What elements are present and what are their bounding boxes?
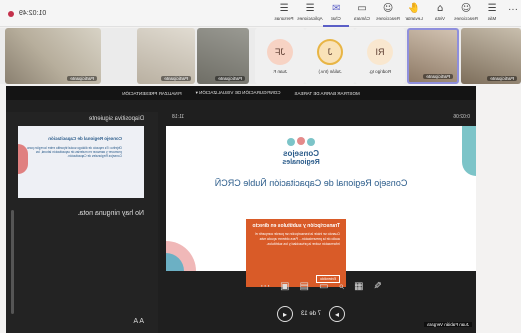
participant-video-tile[interactable]: Participante	[5, 28, 101, 84]
speaker-notes: No hay ninguna nota.	[77, 210, 144, 217]
participant-tile[interactable]: J Julián (Inv.)	[305, 28, 355, 84]
display-settings-button[interactable]: CONFIGURACIÓN DE VISUALIZACIÓN ▾	[196, 90, 281, 96]
show-taskbar-button[interactable]: MOSTRAR BARRA DE TAREAS	[294, 91, 359, 96]
end-presentation-button[interactable]: FINALIZAR PRESENTACIÓN	[122, 91, 181, 96]
next-slide-button[interactable]: ▸	[329, 306, 346, 322]
toolbar-button-reactions[interactable]: ☺ Reacciones	[453, 0, 479, 27]
transcription-popup: Transcripción y subtítulos en directo Cu…	[246, 219, 346, 287]
more-icon: ☰	[487, 3, 497, 14]
slide-navigation: ▸ 7 de 13 ◂	[266, 306, 356, 322]
participant-name: Participante	[423, 74, 453, 79]
meeting-timer: 01:02:49	[19, 10, 47, 17]
avatar: RI	[367, 38, 393, 65]
more-icon[interactable]: ⋯	[260, 280, 270, 294]
participant-video-tile[interactable]: Participante	[197, 28, 249, 84]
avatar: JF	[267, 38, 293, 65]
raise-hand-icon: ✋	[407, 3, 421, 14]
emoji-icon: ☺	[382, 3, 394, 14]
slide-title: Consejo Regional de Capacitación Ñuble C…	[214, 178, 408, 188]
font-size-icon[interactable]: A A	[133, 318, 144, 325]
toolbar-button-more[interactable]: ☰ Más	[479, 0, 505, 27]
next-slide-label: Diapositiva siguiente	[88, 116, 144, 122]
toolbar-button-camera[interactable]: ▭ Cámara	[349, 0, 375, 27]
toolbar-label: Aplicaciones	[297, 16, 323, 21]
toolbar-button-people[interactable]: ☰ Personas	[271, 0, 297, 27]
participant-name: Participante	[67, 76, 97, 81]
grid-icon[interactable]: ▦	[354, 280, 363, 294]
participant-name: Participante	[161, 76, 191, 81]
toolbar-label: Reacciones	[454, 16, 478, 21]
recording-icon	[8, 10, 14, 17]
toolbar-button-chat[interactable]: ✉ Chat	[323, 0, 349, 27]
toolbar-label: Cámara	[354, 16, 371, 21]
toolbar-label: Levantar	[405, 16, 423, 21]
participant-name: Juan F.	[272, 68, 288, 74]
presenter-timers: 0:02:06 11:18	[166, 114, 476, 124]
toolbar-button-view[interactable]: ⌂ Vista	[427, 0, 453, 27]
camera-icon: ▭	[357, 3, 367, 14]
popup-title: Transcripción y subtítulos en directo	[252, 223, 340, 229]
participant-video-tile[interactable]: Participante	[461, 28, 521, 84]
apps-icon: ☰	[305, 3, 315, 14]
toolbar-label: Reacciones	[376, 16, 400, 21]
search-icon[interactable]: ⌕	[338, 280, 344, 294]
presenter-view: MOSTRAR BARRA DE TAREAS CONFIGURACIÓN DE…	[6, 86, 476, 333]
chat-icon: ✉	[331, 3, 341, 14]
next-slide-panel: Diapositiva siguiente Consejo Regional d…	[6, 112, 158, 333]
participant-tile[interactable]: JF Juan F.	[255, 28, 305, 84]
participant-name: Rodrigo Ig.	[369, 68, 392, 74]
consejos-logo-icon: Consejos Regionales	[282, 137, 320, 166]
pen-icon[interactable]: ✎	[374, 280, 382, 294]
toolbar-button-reactions-2[interactable]: ☺ Reacciones	[375, 0, 401, 27]
elapsed-time: 0:02:06	[453, 114, 470, 120]
participant-video-tile[interactable]: Participante	[137, 28, 195, 84]
subtitles-icon[interactable]: ▤	[300, 280, 309, 294]
popup-body: Cuando se inicie la transcripción se pue…	[254, 232, 340, 246]
notes-scrollbar[interactable]	[11, 210, 14, 314]
toolbar-label: Chat	[331, 16, 341, 21]
toolbar-label: Vista	[435, 16, 445, 21]
toolbar-label: Más	[487, 16, 497, 21]
participant-name: Julián (Inv.)	[318, 68, 342, 74]
next-slide-preview[interactable]: Consejo Regional de Capacitación Objetiv…	[18, 126, 144, 198]
display-icon[interactable]: ▭	[319, 280, 328, 294]
toolbar-label: Personas	[274, 16, 294, 21]
participant-name: Participante	[215, 76, 245, 81]
self-view-name: Juan Fabián Vergara	[424, 322, 472, 327]
svg-text:Regionales: Regionales	[282, 159, 319, 166]
participants-strip: JF Juan F. J Julián (Inv.) RI Rodrigo Ig…	[0, 28, 521, 84]
teams-meeting-window: ··· ☰ Más ☺ Reacciones ⌂ Vista ✋ Levantar ☺ R…	[0, 0, 521, 333]
participant-tile[interactable]: RI Rodrigo Ig.	[355, 28, 405, 84]
reactions-icon: ☺	[460, 3, 472, 14]
meeting-status: 01:02:49	[0, 0, 46, 27]
clock: 11:18	[172, 114, 185, 120]
presenter-controls: ✎ ▦ ⌕ ▭ ▤ ▣ ⋯	[166, 280, 476, 294]
svg-text:Consejos: Consejos	[282, 149, 319, 158]
toolbar-button-apps[interactable]: ☰ Aplicaciones	[297, 0, 323, 27]
participant-video-tile[interactable]: Participante	[407, 28, 459, 84]
avatar: J	[317, 38, 343, 65]
next-slide-body: Objetivo: Es espacio de diálogo social t…	[27, 146, 122, 158]
slide-decoration	[462, 126, 476, 176]
presenter-topbar: MOSTRAR BARRA DE TAREAS CONFIGURACIÓN DE…	[6, 86, 476, 100]
slide-counter: 7 de 13	[300, 311, 322, 317]
toolbar-button-raise-hand[interactable]: ✋ Levantar	[401, 0, 427, 27]
participant-name: Participante	[487, 76, 517, 81]
previous-slide-button[interactable]: ◂	[276, 306, 293, 322]
more-options-icon[interactable]: ···	[505, 0, 521, 15]
next-slide-title: Consejo Regional de Capacitación	[48, 136, 122, 141]
meeting-toolbar: ··· ☰ Más ☺ Reacciones ⌂ Vista ✋ Levantar ☺ R…	[0, 0, 521, 27]
view-icon: ⌂	[436, 3, 444, 14]
people-icon: ☰	[279, 3, 289, 14]
screen-icon[interactable]: ▣	[280, 280, 289, 294]
